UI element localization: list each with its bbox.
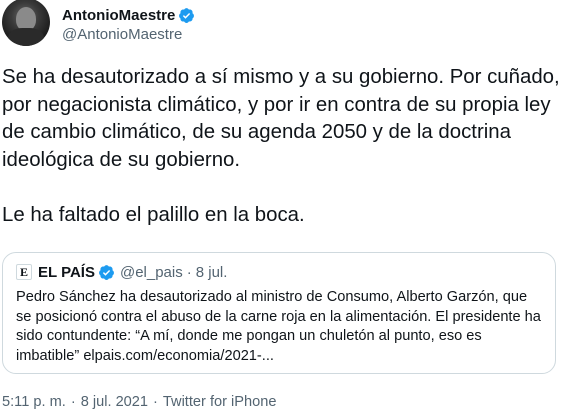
author-display-name[interactable]: AntonioMaestre bbox=[62, 7, 175, 24]
footer-separator: · bbox=[70, 394, 76, 410]
tweet-source[interactable]: Twitter for iPhone bbox=[163, 394, 277, 410]
tweet-container: AntonioMaestre @AntonioMaestre Se ha des… bbox=[0, 0, 569, 414]
tweet-footer: 5:11 p. m. · 8 jul. 2021 · Twitter for i… bbox=[2, 394, 276, 410]
tweet-header: AntonioMaestre @AntonioMaestre bbox=[2, 0, 195, 46]
tweet-time[interactable]: 5:11 p. m. bbox=[2, 394, 66, 410]
avatar-body bbox=[8, 28, 44, 46]
quoted-date: 8 jul. bbox=[195, 263, 228, 281]
quoted-author-handle: @el_pais bbox=[119, 263, 183, 281]
tweet-date[interactable]: 8 jul. 2021 bbox=[81, 394, 148, 410]
quoted-tweet-header: E EL PAÍS @el_pais · 8 jul. bbox=[16, 262, 227, 282]
tweet-text: Se ha desautorizado a sí mismo y a su go… bbox=[2, 66, 560, 226]
quoted-separator: · bbox=[186, 263, 192, 281]
quoted-author-display-name: EL PAÍS bbox=[38, 263, 95, 281]
quoted-tweet-text: Pedro Sánchez ha desautorizado al minist… bbox=[16, 289, 541, 364]
avatar[interactable] bbox=[2, 0, 50, 46]
author-names: AntonioMaestre @AntonioMaestre bbox=[62, 5, 195, 43]
verified-badge-icon bbox=[179, 7, 195, 23]
author-name-row: AntonioMaestre bbox=[62, 5, 195, 25]
author-handle[interactable]: @AntonioMaestre bbox=[62, 26, 195, 43]
verified-badge-icon bbox=[99, 264, 114, 280]
el-pais-logo-icon: E bbox=[16, 264, 32, 280]
footer-separator: · bbox=[153, 394, 158, 410]
quoted-tweet[interactable]: E EL PAÍS @el_pais · 8 jul. Pedro Sánche… bbox=[2, 252, 556, 374]
